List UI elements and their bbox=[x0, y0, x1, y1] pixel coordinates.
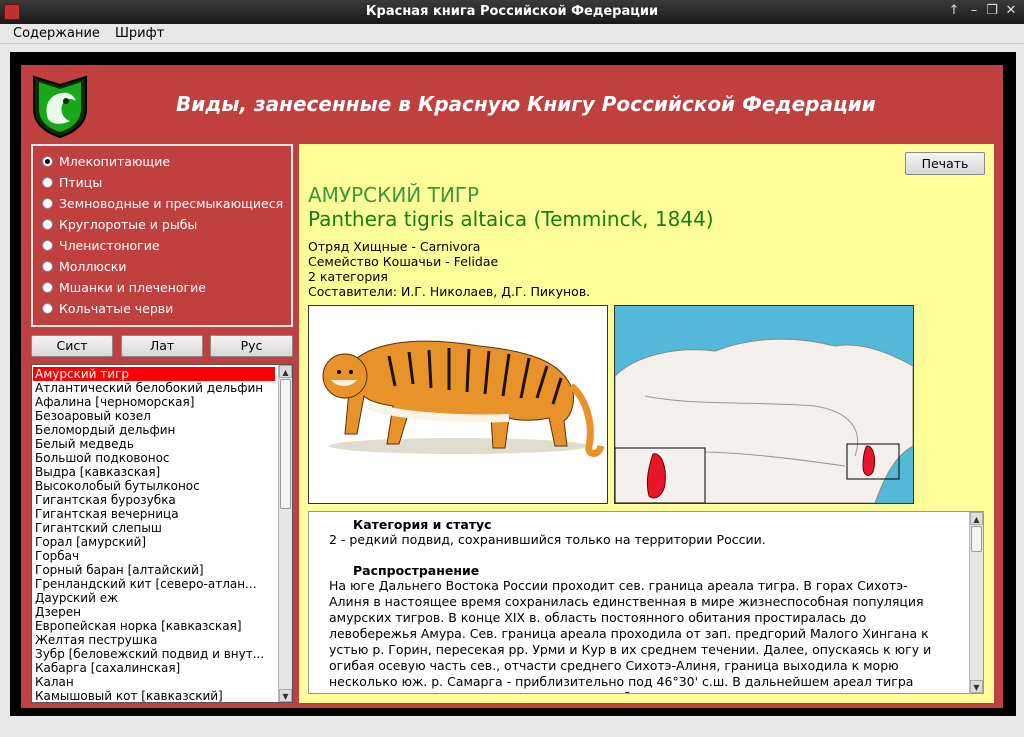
species-list-item[interactable]: Европейская норка [кавказская] bbox=[35, 619, 277, 633]
category-radio-birds[interactable]: Птицы bbox=[42, 175, 102, 193]
species-list-item[interactable]: Белый медведь bbox=[35, 437, 277, 451]
species-list-item[interactable]: Атлантический белобокий дельфин bbox=[35, 381, 277, 395]
category-label: Мшанки и плеченогие bbox=[59, 280, 206, 295]
distribution-line: устью р. Горин, пересекая рр. Урми и Кур… bbox=[329, 642, 932, 657]
scroll-down-icon[interactable]: ▼ bbox=[970, 680, 983, 693]
window-title: Красная книга Российской Федерации bbox=[365, 4, 659, 19]
scroll-down-icon[interactable]: ▼ bbox=[279, 689, 292, 702]
minimize-icon[interactable]: – bbox=[966, 3, 982, 19]
category-label: Птицы bbox=[59, 175, 103, 190]
window-up-icon[interactable]: ↑ bbox=[946, 3, 962, 19]
species-family: Семейство Кошачьи - Felidae bbox=[308, 254, 499, 269]
sort-systematic-button[interactable]: Сист bbox=[31, 335, 113, 357]
category-radio-molluscs[interactable]: Моллюски bbox=[42, 259, 126, 277]
category-label: Млекопитающие bbox=[59, 154, 171, 169]
distribution-line: несколько юж. р. Самарга - приблизительн… bbox=[329, 674, 914, 689]
distribution-text: На юге Дальнего Востока России проходит … bbox=[329, 578, 949, 693]
status-text: 2 - редкий подвид, сохранившийся только … bbox=[329, 532, 766, 547]
species-order: Отряд Хищные - Carnivora bbox=[308, 239, 481, 254]
species-list-item[interactable]: Выдра [кавказская] bbox=[35, 465, 277, 479]
category-label: Круглоротые и рыбы bbox=[59, 217, 198, 232]
category-label: Земноводные и пресмыкающиеся bbox=[59, 196, 284, 211]
russia-map bbox=[615, 338, 913, 503]
menu-contents[interactable]: Содержание bbox=[13, 26, 100, 41]
category-label: Членистоногие bbox=[59, 238, 160, 253]
species-list-item[interactable]: Афалина [черноморская] bbox=[35, 395, 277, 409]
species-list-item[interactable]: Горал [амурский] bbox=[35, 535, 277, 549]
species-list-item[interactable]: Беломордый дельфин bbox=[35, 423, 277, 437]
species-category: 2 категория bbox=[308, 269, 388, 284]
print-button[interactable]: Печать bbox=[905, 152, 985, 175]
species-list-scrollbar[interactable]: ▲ ▼ bbox=[278, 365, 292, 702]
radio-icon bbox=[42, 219, 53, 230]
species-name-russian: АМУРСКИЙ ТИГР bbox=[308, 183, 480, 207]
species-list-item[interactable]: Желтая пеструшка bbox=[35, 633, 277, 647]
species-list-item[interactable]: Большой подковонос bbox=[35, 451, 277, 465]
category-radio-mammals[interactable]: Млекопитающие bbox=[42, 154, 170, 172]
species-photo bbox=[308, 305, 608, 504]
species-list-item[interactable]: Даурский еж bbox=[35, 591, 277, 605]
distribution-line: огибая осевую часть сев., отчасти средне… bbox=[329, 658, 899, 673]
radio-icon bbox=[42, 261, 53, 272]
species-authors: Составители: И.Г. Николаев, Д.Г. Пикунов… bbox=[308, 284, 591, 299]
article-scrollbar[interactable]: ▲ ▼ bbox=[969, 512, 983, 693]
tiger-illustration bbox=[322, 340, 605, 457]
species-list-item[interactable]: Калан bbox=[35, 675, 277, 689]
sort-russian-button[interactable]: Рус bbox=[210, 335, 293, 357]
distribution-heading: Распространение bbox=[353, 563, 480, 578]
close-icon[interactable]: ✕ bbox=[1003, 3, 1019, 19]
menu-bar: Содержание Шрифт bbox=[0, 24, 1024, 44]
scroll-thumb[interactable] bbox=[971, 526, 982, 552]
range-map bbox=[614, 305, 914, 504]
title-bar: Красная книга Российской Федерации ↑ – ❐… bbox=[0, 0, 1024, 24]
species-list-item[interactable]: Гигантская вечерница bbox=[35, 507, 277, 521]
category-label: Моллюски bbox=[59, 259, 127, 274]
menu-font[interactable]: Шрифт bbox=[115, 26, 164, 41]
radio-icon bbox=[42, 240, 53, 251]
radio-icon bbox=[42, 198, 53, 209]
radio-icon bbox=[42, 303, 53, 314]
species-list[interactable]: Амурский тигр Атлантический белобокий дел… bbox=[31, 364, 293, 703]
category-radio-arthropods[interactable]: Членистоногие bbox=[42, 238, 160, 256]
maximize-icon[interactable]: ❐ bbox=[984, 3, 1000, 19]
species-list-item[interactable]: Гигантский слепыш bbox=[35, 521, 277, 535]
category-radio-annelids[interactable]: Кольчатые черви bbox=[42, 301, 173, 319]
species-list-item[interactable]: Зубр [беловежский подвид и внут... bbox=[35, 647, 277, 661]
distribution-line: начал значительно сокращаться, главным о… bbox=[329, 690, 949, 693]
species-name-latin: Panthera tigris altaica (Temminck, 1844) bbox=[308, 207, 714, 231]
species-list-item[interactable]: Безоаровый козел bbox=[35, 409, 277, 423]
species-list-item[interactable]: Горбач bbox=[35, 549, 277, 563]
radio-checked-icon bbox=[42, 156, 53, 167]
species-list-item[interactable]: Кабарга [сахалинская] bbox=[35, 661, 277, 675]
category-group: Млекопитающие Птицы Земноводные и пресмы… bbox=[31, 144, 293, 327]
species-list-item[interactable]: Камышовый кот [кавказский] bbox=[35, 689, 277, 702]
article-text-panel[interactable]: Категория и статус 2 - редкий подвид, со… bbox=[308, 511, 984, 694]
status-heading: Категория и статус bbox=[353, 517, 492, 532]
species-list-item[interactable]: Амурский тигр bbox=[33, 367, 275, 381]
scroll-up-icon[interactable]: ▲ bbox=[279, 365, 292, 378]
distribution-line: левобережья Амура. Сев. граница ареала п… bbox=[329, 626, 929, 641]
radio-icon bbox=[42, 177, 53, 188]
red-book-logo-icon bbox=[33, 75, 87, 139]
category-radio-fish[interactable]: Круглоротые и рыбы bbox=[42, 217, 197, 235]
distribution-line: Алиня в настоящее время сохранилась един… bbox=[329, 594, 924, 609]
category-radio-bryozoa[interactable]: Мшанки и плеченогие bbox=[42, 280, 206, 298]
species-list-item[interactable]: Горный баран [алтайский] bbox=[35, 563, 277, 577]
category-label: Кольчатые черви bbox=[59, 301, 174, 316]
scroll-up-icon[interactable]: ▲ bbox=[970, 512, 983, 525]
sort-latin-button[interactable]: Лат bbox=[121, 335, 203, 357]
species-list-item[interactable]: Гренландский кит [северо-атлан... bbox=[35, 577, 277, 591]
distribution-line: На юге Дальнего Востока России проходит … bbox=[329, 578, 908, 593]
species-list-item[interactable]: Высоколобый бутылконос bbox=[35, 479, 277, 493]
radio-icon bbox=[42, 282, 53, 293]
species-list-item[interactable]: Дзерен bbox=[35, 605, 277, 619]
scroll-thumb[interactable] bbox=[280, 379, 291, 509]
species-list-item[interactable]: Гигантская бурозубка bbox=[35, 493, 277, 507]
distribution-line: амурских тигров. В конце XIX в. область … bbox=[329, 610, 867, 625]
header-title: Виды, занесенные в Красную Книгу Российс… bbox=[176, 92, 876, 116]
category-radio-amphibians-reptiles[interactable]: Земноводные и пресмыкающиеся bbox=[42, 196, 283, 214]
